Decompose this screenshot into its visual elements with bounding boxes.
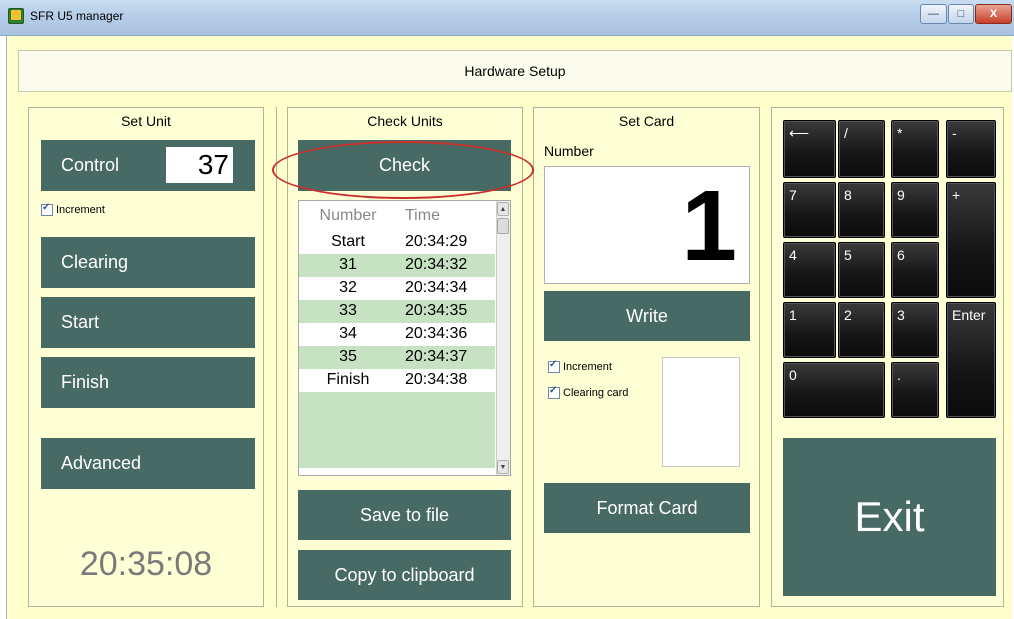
key-7[interactable]: 7 (783, 182, 836, 238)
plus-key[interactable]: + (946, 182, 996, 298)
row-time: 20:34:35 (405, 302, 468, 319)
unit-increment-checkbox[interactable]: Increment (41, 202, 105, 216)
decimal-key[interactable]: . (891, 362, 939, 418)
row-time: 20:34:37 (405, 348, 468, 365)
key-6[interactable]: 6 (891, 242, 939, 298)
key-2[interactable]: 2 (838, 302, 885, 358)
card-number-field[interactable]: 1 (544, 166, 750, 284)
list-header: Number Time (299, 205, 495, 228)
control-label: Control (61, 155, 120, 175)
list-row[interactable]: 31 20:34:32 (299, 254, 495, 277)
check-button[interactable]: Check (298, 140, 511, 191)
control-value-field[interactable]: 37 (166, 147, 233, 183)
key-8[interactable]: 8 (838, 182, 885, 238)
card-increment-checkbox[interactable]: Increment (548, 359, 612, 373)
row-number: 33 (339, 302, 357, 319)
checkbox-check-icon (548, 359, 560, 373)
checkbox-check-icon (548, 385, 560, 399)
key-9[interactable]: 9 (891, 182, 939, 238)
finish-button[interactable]: Finish (41, 357, 255, 408)
multiply-key[interactable]: * (891, 120, 939, 178)
format-card-button[interactable]: Format Card (544, 483, 750, 533)
clearing-button[interactable]: Clearing (41, 237, 255, 288)
backspace-key[interactable]: ⟵ (783, 120, 836, 178)
list-row[interactable]: 35 20:34:37 (299, 346, 495, 369)
set-unit-title: Set Unit (121, 113, 171, 129)
scroll-up-icon[interactable]: ▲ (497, 202, 509, 216)
unit-increment-label: Increment (56, 204, 105, 216)
page-title: Hardware Setup (18, 50, 1012, 92)
divide-key[interactable]: / (838, 120, 885, 178)
list-row[interactable]: Start 20:34:29 (299, 231, 495, 254)
row-time: 20:34:34 (405, 279, 468, 296)
start-button[interactable]: Start (41, 297, 255, 348)
key-1[interactable]: 1 (783, 302, 836, 358)
list-row[interactable] (299, 392, 495, 468)
clearing-card-label: Clearing card (563, 387, 629, 399)
set-card-title: Set Card (618, 113, 675, 129)
column-header-time: Time (405, 207, 440, 224)
panel-divider (276, 107, 277, 607)
close-button[interactable]: X (975, 4, 1012, 24)
exit-button[interactable]: Exit (783, 438, 996, 596)
checkbox-check-icon (41, 202, 53, 216)
advanced-button[interactable]: Advanced (41, 438, 255, 489)
clearing-card-checkbox[interactable]: Clearing card (548, 385, 629, 399)
minus-key[interactable]: - (946, 120, 996, 178)
row-time: 20:34:36 (405, 325, 468, 342)
list-row[interactable]: 32 20:34:34 (299, 277, 495, 300)
app-icon (8, 8, 24, 24)
key-4[interactable]: 4 (783, 242, 836, 298)
title-bar (0, 0, 1014, 36)
clock-display: 20:35:08 (79, 545, 213, 583)
scrollbar-thumb[interactable] (497, 218, 509, 234)
column-header-number: Number (319, 207, 377, 224)
row-time: 20:34:32 (405, 256, 468, 273)
list-row[interactable]: 34 20:34:36 (299, 323, 495, 346)
list-scrollbar[interactable] (496, 201, 510, 475)
results-list[interactable]: Number Time Start 20:34:29 31 20:34:32 3… (298, 200, 511, 476)
row-number: Finish (326, 371, 370, 388)
enter-key[interactable]: Enter (946, 302, 996, 418)
copy-to-clipboard-button[interactable]: Copy to clipboard (298, 550, 511, 600)
row-number: 34 (339, 325, 357, 342)
write-button[interactable]: Write (544, 291, 750, 341)
minimize-button[interactable]: — (920, 4, 947, 24)
key-5[interactable]: 5 (838, 242, 885, 298)
key-0[interactable]: 0 (783, 362, 885, 418)
row-time: 20:34:38 (405, 371, 468, 388)
card-number-label: Number (544, 143, 594, 159)
list-row[interactable]: Finish 20:34:38 (299, 369, 495, 392)
maximize-button[interactable]: □ (948, 4, 974, 24)
row-number: 32 (339, 279, 357, 296)
row-number: 35 (339, 348, 357, 365)
list-row[interactable]: 33 20:34:35 (299, 300, 495, 323)
row-time: 20:34:29 (405, 233, 468, 250)
key-3[interactable]: 3 (891, 302, 939, 358)
row-number: 31 (339, 256, 357, 273)
row-number: Start (331, 233, 365, 250)
save-to-file-button[interactable]: Save to file (298, 490, 511, 540)
scroll-down-icon[interactable]: ▼ (497, 460, 509, 474)
card-increment-label: Increment (563, 361, 612, 373)
window-title: SFR U5 manager (30, 9, 124, 23)
card-info-box (662, 357, 740, 467)
check-units-title: Check Units (367, 113, 443, 129)
